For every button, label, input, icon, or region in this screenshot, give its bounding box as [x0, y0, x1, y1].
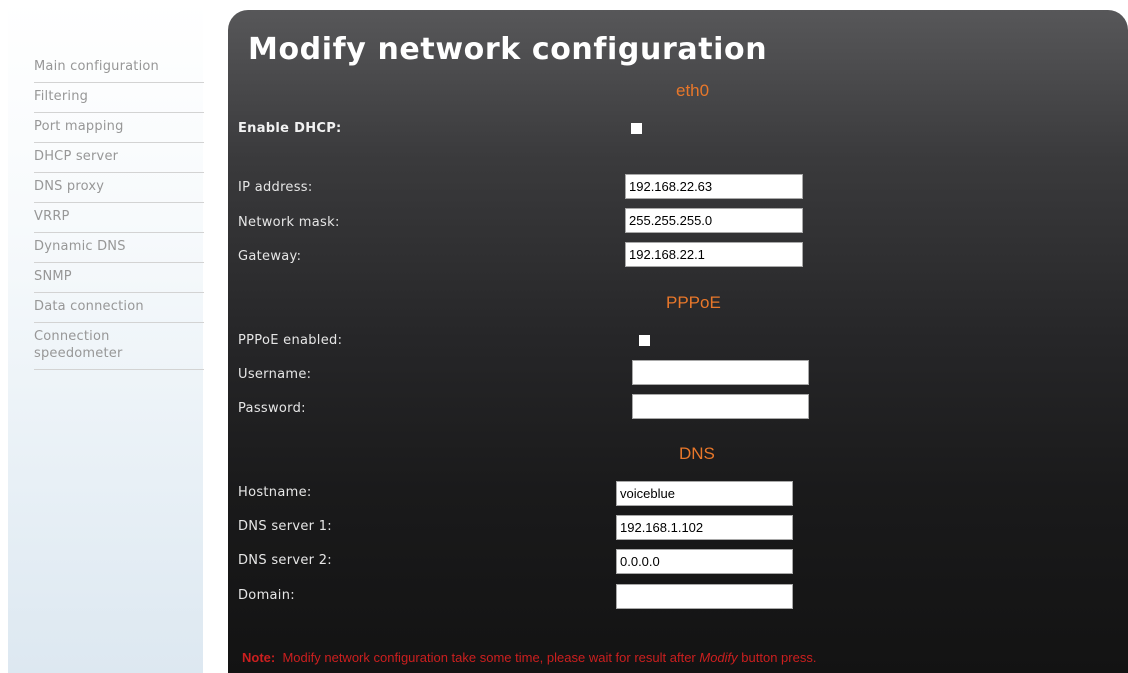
main-panel: Modify network configuration eth0 Enable… — [228, 10, 1128, 673]
section-heading-eth0: eth0 — [676, 81, 710, 100]
pppoe-enabled-checkbox[interactable] — [639, 335, 650, 346]
username-label: Username: — [238, 367, 312, 382]
section-heading-pppoe: PPPoE — [666, 293, 721, 312]
sidebar-item-vrrp[interactable]: VRRP — [34, 203, 204, 233]
hostname-input[interactable] — [616, 481, 793, 506]
gateway-label: Gateway: — [238, 249, 302, 264]
username-input[interactable] — [632, 360, 809, 385]
note-prefix: Note: — [242, 650, 276, 665]
sidebar-item-port-mapping[interactable]: Port mapping — [34, 113, 204, 143]
enable-dhcp-label: Enable DHCP: — [238, 121, 342, 136]
sidebar-item-dns-proxy[interactable]: DNS proxy — [34, 173, 204, 203]
dns-server-2-input[interactable] — [616, 549, 793, 574]
sidebar-item-connection-speedometer[interactable]: Connection speedometer — [34, 323, 204, 370]
enable-dhcp-checkbox[interactable] — [631, 123, 642, 134]
sidebar-item-main-configuration[interactable]: Main configuration — [34, 53, 204, 83]
sidebar-item-dhcp-server[interactable]: DHCP server — [34, 143, 204, 173]
note-message: Note: Modify network configuration take … — [242, 650, 816, 665]
network-mask-input[interactable] — [625, 208, 803, 233]
ip-address-input[interactable] — [625, 174, 803, 199]
dns-server-1-label: DNS server 1: — [238, 519, 332, 534]
sidebar-item-data-connection[interactable]: Data connection — [34, 293, 204, 323]
sidebar-item-filtering[interactable]: Filtering — [34, 83, 204, 113]
network-mask-label: Network mask: — [238, 215, 340, 230]
domain-label: Domain: — [238, 588, 295, 603]
ip-address-label: IP address: — [238, 180, 313, 195]
dns-server-2-label: DNS server 2: — [238, 553, 332, 568]
pppoe-enabled-label: PPPoE enabled: — [238, 333, 343, 348]
password-label: Password: — [238, 401, 306, 416]
gateway-input[interactable] — [625, 242, 803, 267]
hostname-label: Hostname: — [238, 485, 312, 500]
note-text-part1: Modify network configuration take some t… — [282, 650, 700, 665]
dns-server-1-input[interactable] — [616, 515, 793, 540]
password-input[interactable] — [632, 394, 809, 419]
domain-input[interactable] — [616, 584, 793, 609]
note-text-part2: button press. — [737, 650, 817, 665]
page-title: Modify network configuration — [248, 32, 768, 67]
sidebar-item-dynamic-dns[interactable]: Dynamic DNS — [34, 233, 204, 263]
section-heading-dns: DNS — [679, 444, 715, 463]
sidebar-menu: Main configuration Filtering Port mappin… — [34, 53, 204, 370]
sidebar: Main configuration Filtering Port mappin… — [8, 0, 204, 673]
note-emphasis: Modify — [699, 650, 738, 665]
sidebar-item-snmp[interactable]: SNMP — [34, 263, 204, 293]
